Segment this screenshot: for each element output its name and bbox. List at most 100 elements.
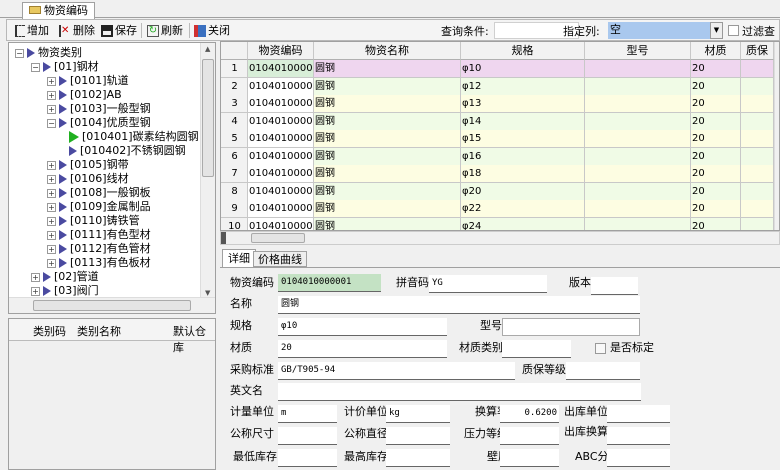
column-select[interactable]: 空 <box>608 22 711 39</box>
table-cell[interactable] <box>585 217 691 230</box>
tree-node[interactable]: + [0101]轨道 <box>47 74 129 88</box>
table-cell[interactable] <box>585 182 691 201</box>
english-field[interactable] <box>278 383 641 401</box>
tree-node[interactable]: + [0113]有色板材 <box>47 256 151 270</box>
tree-node[interactable]: + [03]阀门 <box>31 284 99 298</box>
pinyin-field[interactable]: YG <box>429 275 547 293</box>
material-type-field[interactable] <box>502 340 571 358</box>
scroll-thumb[interactable] <box>251 233 305 243</box>
expand-icon[interactable]: + <box>47 202 56 212</box>
table-cell[interactable] <box>741 95 774 113</box>
table-cell[interactable]: 圆钢 <box>314 112 461 131</box>
expand-icon[interactable]: + <box>47 230 56 240</box>
calibrated-checkbox[interactable] <box>595 343 606 354</box>
table-cell[interactable]: 2 <box>221 77 248 96</box>
table-cell[interactable]: 圆钢 <box>314 200 461 218</box>
col-default-warehouse[interactable]: 默认仓库 <box>173 323 215 355</box>
table-cell[interactable]: 7 <box>221 165 248 183</box>
tab-detail[interactable]: 详细 <box>222 249 256 267</box>
table-cell[interactable] <box>585 165 691 183</box>
table-cell[interactable]: 0104010000006 <box>248 147 314 166</box>
column-header[interactable]: 规格 <box>461 42 585 60</box>
table-cell[interactable]: 20 <box>691 77 741 96</box>
expand-icon[interactable]: + <box>31 286 40 296</box>
table-cell[interactable]: 20 <box>691 165 741 183</box>
tree-node[interactable]: + [0102]AB <box>47 88 122 102</box>
table-cell[interactable] <box>585 147 691 166</box>
version-field[interactable] <box>591 277 638 295</box>
add-button[interactable]: 增加 <box>15 23 49 39</box>
table-cell[interactable]: 8 <box>221 182 248 201</box>
close-button[interactable]: 关闭 <box>194 23 230 39</box>
abc-field[interactable] <box>607 449 670 467</box>
table-cell[interactable]: 6 <box>221 147 248 166</box>
collapse-icon[interactable]: − <box>31 62 40 72</box>
table-cell[interactable] <box>741 60 774 78</box>
code-field[interactable]: 0104010000001 <box>278 274 381 292</box>
grid-vertical-scrollbar[interactable] <box>774 42 779 230</box>
table-cell[interactable]: φ20 <box>461 182 585 201</box>
max-stock-field[interactable] <box>386 449 450 467</box>
table-cell[interactable]: 1 <box>221 60 248 78</box>
expand-icon[interactable]: + <box>47 174 56 184</box>
table-cell[interactable]: 圆钢 <box>314 130 461 148</box>
table-cell[interactable]: 圆钢 <box>314 77 461 96</box>
material-field[interactable]: 20 <box>278 340 447 358</box>
tree-node[interactable]: + [0110]铸铁管 <box>47 214 140 228</box>
quality-field[interactable] <box>566 362 640 380</box>
table-cell[interactable]: φ18 <box>461 165 585 183</box>
nominal-size-field[interactable] <box>278 427 337 445</box>
tree-node[interactable]: + [0109]金属制品 <box>47 200 151 214</box>
tree-node[interactable]: + [0103]一般型钢 <box>47 102 151 116</box>
collapse-icon[interactable]: − <box>47 118 56 128</box>
table-cell[interactable]: 9 <box>221 200 248 218</box>
table-cell[interactable] <box>741 77 774 96</box>
collapse-icon[interactable]: − <box>15 48 24 58</box>
unit-field[interactable]: m <box>278 405 337 423</box>
grid-horizontal-scrollbar[interactable] <box>220 231 780 245</box>
expand-icon[interactable]: + <box>47 216 56 226</box>
price-unit-field[interactable]: kg <box>386 405 450 423</box>
table-cell[interactable]: 0104010000008 <box>248 182 314 201</box>
spec-field[interactable]: φ10 <box>278 318 447 336</box>
expand-icon[interactable]: + <box>47 160 56 170</box>
delete-button[interactable]: ✕ 删除 <box>59 23 95 39</box>
tree-node[interactable]: + [0112]有色管材 <box>47 242 151 256</box>
table-cell[interactable] <box>741 182 774 201</box>
expand-icon[interactable]: + <box>47 76 56 86</box>
table-cell[interactable]: φ22 <box>461 200 585 218</box>
table-cell[interactable] <box>741 112 774 131</box>
rate-field[interactable]: 0.6200 <box>500 405 559 423</box>
save-button[interactable]: 保存 <box>101 23 137 39</box>
table-cell[interactable] <box>585 112 691 131</box>
expand-icon[interactable]: + <box>47 104 56 114</box>
table-cell[interactable]: 20 <box>691 182 741 201</box>
expand-icon[interactable]: + <box>47 244 56 254</box>
name-field[interactable]: 圆钢 <box>278 296 640 314</box>
table-cell[interactable]: 20 <box>691 217 741 230</box>
table-cell[interactable]: 20 <box>691 200 741 218</box>
table-cell[interactable]: 0104010000003 <box>248 95 314 113</box>
out-conv-field[interactable] <box>607 427 670 445</box>
table-cell[interactable] <box>741 217 774 230</box>
table-cell[interactable]: 3 <box>221 95 248 113</box>
tree-node[interactable]: + [0105]钢带 <box>47 158 129 172</box>
table-cell[interactable]: φ13 <box>461 95 585 113</box>
table-cell[interactable]: 0104010000007 <box>248 165 314 183</box>
pressure-field[interactable] <box>500 427 559 445</box>
table-cell[interactable]: 5 <box>221 130 248 148</box>
table-cell[interactable]: 0104010000009 <box>248 200 314 218</box>
table-cell[interactable] <box>741 200 774 218</box>
table-cell[interactable]: 圆钢 <box>314 60 461 78</box>
table-cell[interactable] <box>585 77 691 96</box>
scroll-thumb[interactable] <box>202 59 214 177</box>
table-cell[interactable] <box>585 200 691 218</box>
table-cell[interactable] <box>585 130 691 148</box>
standard-field[interactable]: GB/T905-94 <box>278 362 515 380</box>
table-cell[interactable]: 20 <box>691 147 741 166</box>
expand-icon[interactable]: + <box>47 90 56 100</box>
expand-icon[interactable]: + <box>47 258 56 268</box>
table-cell[interactable]: 圆钢 <box>314 95 461 113</box>
tree-node[interactable]: − [0104]优质型钢 <box>47 116 151 130</box>
tree-node[interactable]: + [0108]一般钢板 <box>47 186 151 200</box>
